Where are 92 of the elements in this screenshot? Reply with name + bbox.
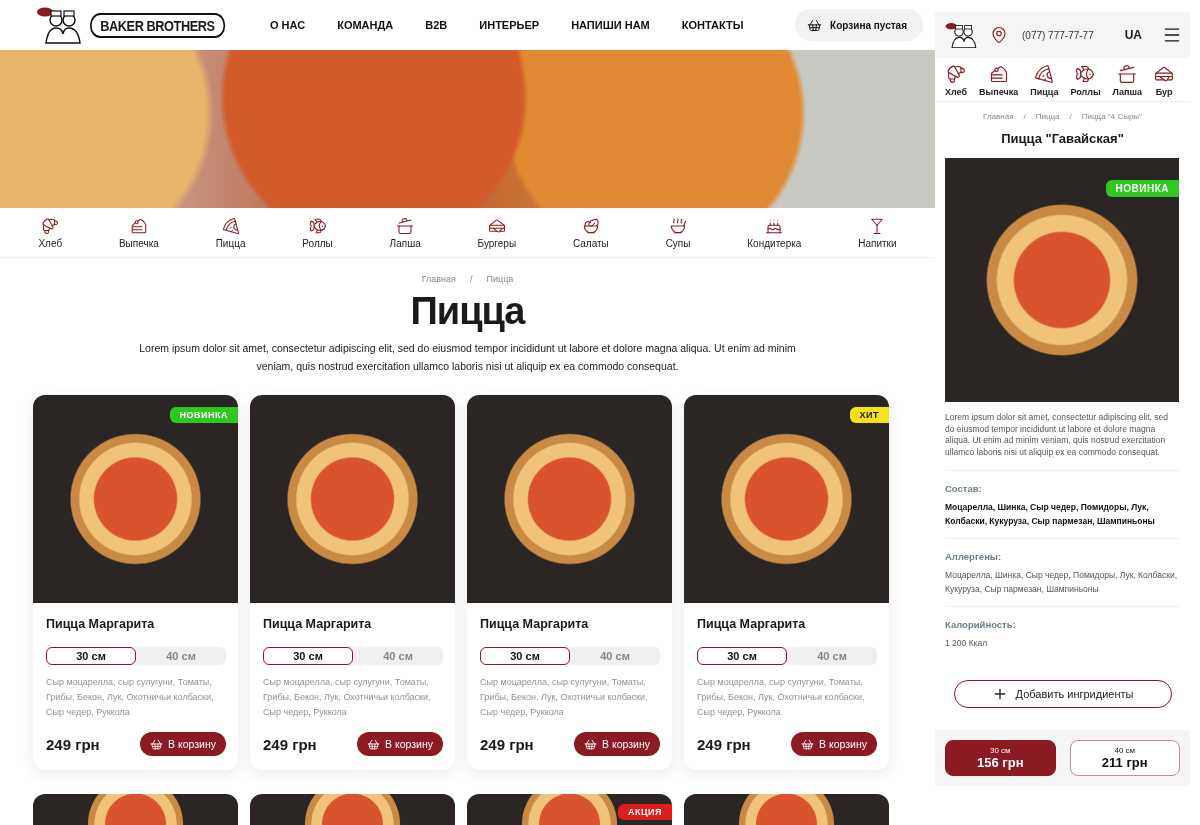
size-price-option[interactable]: 40 см 211 грн (1069, 740, 1180, 776)
add-to-cart-button[interactable]: В корзину (791, 732, 877, 756)
pizza-icon (221, 216, 240, 235)
category-link[interactable]: Салаты (572, 216, 609, 249)
product-name: Пицца Маргарита (697, 617, 807, 631)
basket-icon (801, 737, 815, 751)
product-price: 249 грн (697, 735, 751, 753)
section-heading: Калорийность: (945, 619, 1017, 630)
product-description: Сыр моцарелла, сыр сулугуни, Томаты, Грибы, Бекон, Лук, Охотничьи колбаски, Сыр чедер, Руккола (263, 676, 432, 719)
category-link[interactable]: Лапша (1112, 64, 1143, 97)
language-link[interactable]: UA (1124, 28, 1142, 42)
nav-link[interactable]: КОМАНДА (337, 19, 394, 31)
fish-icon (1075, 64, 1096, 84)
cake-slice-icon (129, 216, 148, 235)
product-price: 249 грн (46, 735, 100, 753)
category-link[interactable]: Роллы (1070, 64, 1101, 97)
nav-link[interactable]: КОНТАКТЫ (681, 19, 744, 31)
category-link[interactable]: Хлеб (945, 64, 968, 97)
map-pin-icon (990, 26, 1008, 44)
product-badge: АКЦИЯ (618, 804, 672, 820)
product-badge: НОВИНКА (169, 407, 238, 423)
category-link[interactable]: Бур (1154, 64, 1175, 97)
cooking-pot-icon (1117, 64, 1138, 84)
phone-number[interactable]: (077) 777-77-77 (1022, 29, 1115, 41)
product-name: Пицца Маргарита (263, 617, 373, 631)
add-to-cart-button[interactable]: В корзину (574, 732, 660, 756)
product-description: Lorem ipsum dolor sit amet, consectetur adipiscing elit, sed do eiusmod tempor incididunt ut labore et dolore magna aliqua. Ut enim ad minim veniam, quis nostrud exercitation ullamco laboris nisi ut aliquip ex ea commodo consequat. (945, 412, 1169, 458)
add-to-cart-button[interactable]: В корзину (357, 732, 443, 756)
breadcrumb-separator: / (1023, 112, 1026, 121)
category-link[interactable]: Пицца (215, 216, 246, 249)
section-text: Моцарелла, Шинка, Сыр чедер, Помидоры, Лук, Колбаски, Кукуруза, Сыр пармезан, Шампиньоны (945, 501, 1156, 528)
section-text: Моцарелла, Шинка, Сыр чедер, Помидоры, Лук, Колбаски, Кукуруза, Сыр пармезан, Шампиньоны (945, 569, 1179, 596)
breadcrumb-link[interactable]: Пицца (1035, 112, 1060, 121)
basket-icon (807, 17, 823, 33)
product-name: Пицца Маргарита (46, 617, 156, 631)
section-text: 1 200 Ккал (945, 637, 989, 650)
size-option[interactable]: 30 см (46, 647, 136, 665)
category-link[interactable]: Выпечка (118, 216, 159, 249)
sandwich-icon (1154, 64, 1175, 84)
basket-icon (584, 737, 598, 751)
add-ingredients-button[interactable]: Добавить ингридиенты (953, 680, 1172, 708)
size-option[interactable]: 30 см (697, 647, 787, 665)
croissant-icon (41, 216, 60, 235)
category-link[interactable]: Роллы (302, 216, 333, 249)
fish-icon (308, 216, 327, 235)
category-link[interactable]: Хлеб (38, 216, 63, 249)
category-link[interactable]: Лапша (389, 216, 421, 249)
nav-link[interactable]: О НАС (270, 19, 306, 31)
breadcrumb-separator: / (1069, 112, 1072, 121)
breadcrumb-link[interactable]: Главная (421, 274, 456, 284)
soup-icon (669, 216, 688, 235)
category-link[interactable]: Выпечка (979, 64, 1019, 97)
category-link[interactable]: Бургеры (477, 216, 517, 249)
intro-text: Lorem ipsum dolor sit amet, consectetur adipiscing elit, sed do eiusmod tempor incididunt ut labore et dolore magna aliqua. Ut enim ad minim veniam, quis nostrud exercitation ullamco laboris nisi ut aliquip ex ea commodo consequat. (138, 341, 797, 374)
salad-icon (581, 216, 600, 235)
product-badge: НОВИНКА (1105, 180, 1179, 197)
size-option[interactable]: 30 см (263, 647, 353, 665)
nav-link[interactable]: НАПИШИ НАМ (571, 19, 650, 31)
product-badge: ХИТ (849, 407, 889, 423)
category-link[interactable]: Кондитерка (747, 216, 802, 249)
basket-icon (150, 737, 164, 751)
section-heading: Состав: (945, 483, 983, 494)
product-description: Сыр моцарелла, сыр сулугуни, Томаты, Грибы, Бекон, Лук, Охотничьи колбаски, Сыр чедер, Руккола (480, 676, 649, 719)
logo-text[interactable]: BAKER BROTHERS (90, 12, 225, 38)
product-title: Пицца "Гавайская" (1000, 131, 1125, 146)
product-name: Пицца Маргарита (480, 617, 590, 631)
cake-slice-icon (988, 64, 1009, 84)
cart-button[interactable]: Корзина пустая (795, 9, 923, 41)
breadcrumb-separator: / (469, 274, 473, 284)
nav-link[interactable]: ИНТЕРЬЕР (479, 19, 540, 31)
product-description: Сыр моцарелла, сыр сулугуни, Томаты, Грибы, Бекон, Лук, Охотничьи колбаски, Сыр чедер, Руккола (697, 676, 866, 719)
breadcrumb-link[interactable]: Главная (983, 112, 1014, 121)
basket-icon (367, 737, 381, 751)
size-option[interactable]: 30 см (480, 647, 570, 665)
section-heading: Аллергены: (945, 551, 1003, 562)
croissant-icon (946, 64, 967, 84)
product-description: Сыр моцарелла, сыр сулугуни, Томаты, Грибы, Бекон, Лук, Охотничьи колбаски, Сыр чедер, Руккола (46, 676, 215, 719)
cake-icon (765, 216, 784, 235)
cooking-pot-icon (396, 216, 415, 235)
size-price-option[interactable]: 30 см 156 грн (945, 740, 1056, 776)
nav-link[interactable]: B2B (425, 19, 448, 31)
pizza-icon (1034, 64, 1055, 84)
product-price: 249 грн (263, 735, 317, 753)
category-link[interactable]: Пицца (1030, 64, 1059, 97)
add-to-cart-button[interactable]: В корзину (140, 732, 226, 756)
breadcrumb-link[interactable]: Пицца "4 Сыры" (1081, 112, 1142, 121)
category-link[interactable]: Супы (665, 216, 691, 249)
sandwich-icon (487, 216, 506, 235)
breadcrumb-link[interactable]: Пицца (486, 274, 514, 284)
category-link[interactable]: Напитки (858, 216, 897, 249)
product-price: 249 грн (480, 735, 534, 753)
page-title: Пицца (409, 290, 527, 333)
